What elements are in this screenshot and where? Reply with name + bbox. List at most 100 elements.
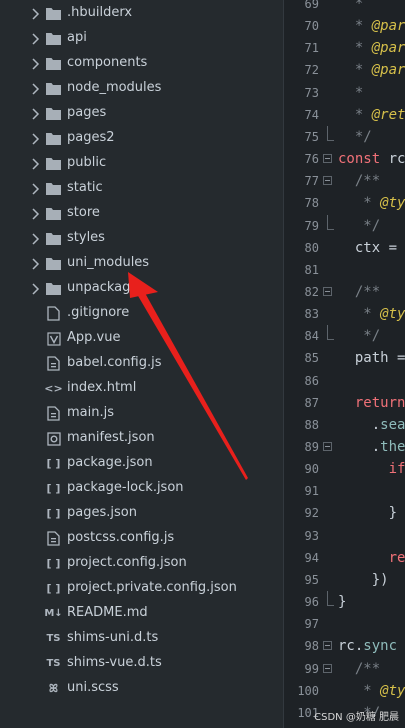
file-item[interactable]: [ ] package-lock.json xyxy=(0,476,283,501)
code-line[interactable]: 85 path = xyxy=(284,347,405,369)
fold-toggle-icon[interactable] xyxy=(323,154,332,164)
line-number: 100 xyxy=(297,683,319,698)
file-item[interactable]: manifest.json xyxy=(0,426,283,451)
code-line[interactable]: 93 xyxy=(284,525,405,547)
json-icon: [ ] xyxy=(46,557,61,570)
file-item[interactable]: babel.config.js xyxy=(0,351,283,376)
fold-end-marker xyxy=(327,325,334,341)
folder-item[interactable]: pages xyxy=(0,101,283,126)
code-token: path xyxy=(338,350,398,367)
chevron-right-icon[interactable] xyxy=(31,233,41,245)
code-line[interactable]: 98 rc.sync xyxy=(284,635,405,657)
file-item[interactable]: TS shims-vue.d.ts xyxy=(0,651,283,676)
code-token: /** xyxy=(338,660,381,677)
fold-end-marker xyxy=(327,591,334,607)
file-item[interactable]: .gitignore xyxy=(0,301,283,326)
code-line[interactable]: 90 if xyxy=(284,458,405,480)
code-line[interactable]: 97 xyxy=(284,613,405,635)
json-icon: [ ] xyxy=(46,457,61,470)
code-line[interactable]: 84 */ xyxy=(284,325,405,347)
code-line[interactable]: 100 * @ty xyxy=(284,680,405,702)
code-line[interactable]: 94 re xyxy=(284,547,405,569)
folder-item[interactable]: api xyxy=(0,26,283,51)
fold-toggle-icon[interactable] xyxy=(323,176,332,186)
fold-toggle-icon[interactable] xyxy=(323,286,332,296)
code-line[interactable]: 75 */ xyxy=(284,125,405,148)
folder-item[interactable]: uni_modules xyxy=(0,251,283,276)
code-line[interactable]: 82 /** xyxy=(284,281,405,303)
folder-item[interactable]: node_modules xyxy=(0,76,283,101)
code-line[interactable]: 96} xyxy=(284,591,405,613)
chevron-right-icon[interactable] xyxy=(31,283,41,295)
code-line[interactable]: 79 */ xyxy=(284,214,405,237)
code-token: */ xyxy=(338,328,381,345)
code-line[interactable]: 77 /** xyxy=(284,170,405,192)
fold-toggle-icon[interactable] xyxy=(323,442,332,451)
code-line[interactable]: 95 }) xyxy=(284,569,405,591)
code-line[interactable]: 74 * @retu xyxy=(284,104,405,126)
code-line[interactable]: 81 xyxy=(284,259,405,281)
folder-item[interactable]: store xyxy=(0,201,283,226)
folder-item[interactable]: static xyxy=(0,176,283,201)
folder-icon xyxy=(46,6,61,21)
chevron-right-icon[interactable] xyxy=(31,58,41,70)
code-line[interactable]: 99 /** xyxy=(284,658,405,680)
settings-file-icon xyxy=(46,431,61,446)
file-name: postcss.config.js xyxy=(67,530,175,545)
code-token: . xyxy=(338,416,381,433)
folder-name: unpackage xyxy=(67,280,139,295)
folder-item[interactable]: public xyxy=(0,151,283,176)
line-number: 99 xyxy=(304,661,319,676)
code-line[interactable]: 78 * @ty xyxy=(284,192,405,214)
file-item[interactable]: main.js xyxy=(0,401,283,426)
chevron-right-icon[interactable] xyxy=(31,133,41,145)
file-item[interactable]: <> index.html xyxy=(0,376,283,401)
folder-item[interactable]: components xyxy=(0,51,283,76)
code-line[interactable]: 80 ctx = xyxy=(284,237,405,259)
chevron-right-icon[interactable] xyxy=(31,33,41,45)
code-line[interactable]: 71 * @para xyxy=(284,37,405,59)
code-line[interactable]: 86 xyxy=(284,370,405,392)
code-line[interactable]: 87 return xyxy=(284,392,405,414)
file-item[interactable]: postcss.config.js xyxy=(0,526,283,551)
code-line[interactable]: 83 * @ty xyxy=(284,303,405,325)
code-editor[interactable]: 69 *70 * @para71 * @para72 * @para73 *74… xyxy=(284,0,405,728)
folder-icon xyxy=(46,156,61,171)
file-item[interactable]: App.vue xyxy=(0,326,283,351)
folder-item[interactable]: styles xyxy=(0,226,283,251)
code-line[interactable]: 89 .the xyxy=(284,436,405,458)
fold-end-marker xyxy=(327,125,334,141)
code-line[interactable]: 76 const rc xyxy=(284,148,405,170)
code-line[interactable]: 91 xyxy=(284,480,405,502)
file-item[interactable]: [ ] project.config.json xyxy=(0,551,283,576)
folder-item[interactable]: pages2 xyxy=(0,126,283,151)
code-line[interactable]: 73 * xyxy=(284,82,405,104)
chevron-right-icon[interactable] xyxy=(31,258,41,270)
fold-toggle-icon[interactable] xyxy=(323,663,332,673)
chevron-right-icon[interactable] xyxy=(31,208,41,220)
code-token: rc xyxy=(338,638,355,655)
chevron-right-icon[interactable] xyxy=(31,158,41,170)
folder-item[interactable]: .hbuilderx xyxy=(0,1,283,26)
chevron-right-icon[interactable] xyxy=(31,108,41,120)
file-item[interactable]: M↓ README.md xyxy=(0,601,283,626)
code-token: @retu xyxy=(371,106,405,123)
code-line[interactable]: 69 * xyxy=(284,0,405,15)
fold-toggle-icon[interactable] xyxy=(323,641,332,651)
code-line[interactable]: 72 * @para xyxy=(284,59,405,81)
file-name: uni.scss xyxy=(67,680,119,695)
file-item[interactable]: TS shims-uni.d.ts xyxy=(0,626,283,651)
code-line[interactable]: 70 * @para xyxy=(284,15,405,37)
folder-item[interactable]: unpackage xyxy=(0,276,283,301)
file-item[interactable]: [ ] project.private.config.json xyxy=(0,576,283,601)
file-item[interactable]: ꕤ uni.scss xyxy=(0,676,283,701)
code-line[interactable]: 88 .sea xyxy=(284,414,405,436)
file-item[interactable]: [ ] package.json xyxy=(0,451,283,476)
line-number: 93 xyxy=(304,528,319,543)
file-item[interactable]: [ ] pages.json xyxy=(0,501,283,526)
chevron-right-icon[interactable] xyxy=(31,8,41,20)
chevron-right-icon[interactable] xyxy=(31,83,41,95)
chevron-right-icon[interactable] xyxy=(31,183,41,195)
code-text: * @para xyxy=(338,59,405,81)
code-line[interactable]: 92 } xyxy=(284,502,405,524)
